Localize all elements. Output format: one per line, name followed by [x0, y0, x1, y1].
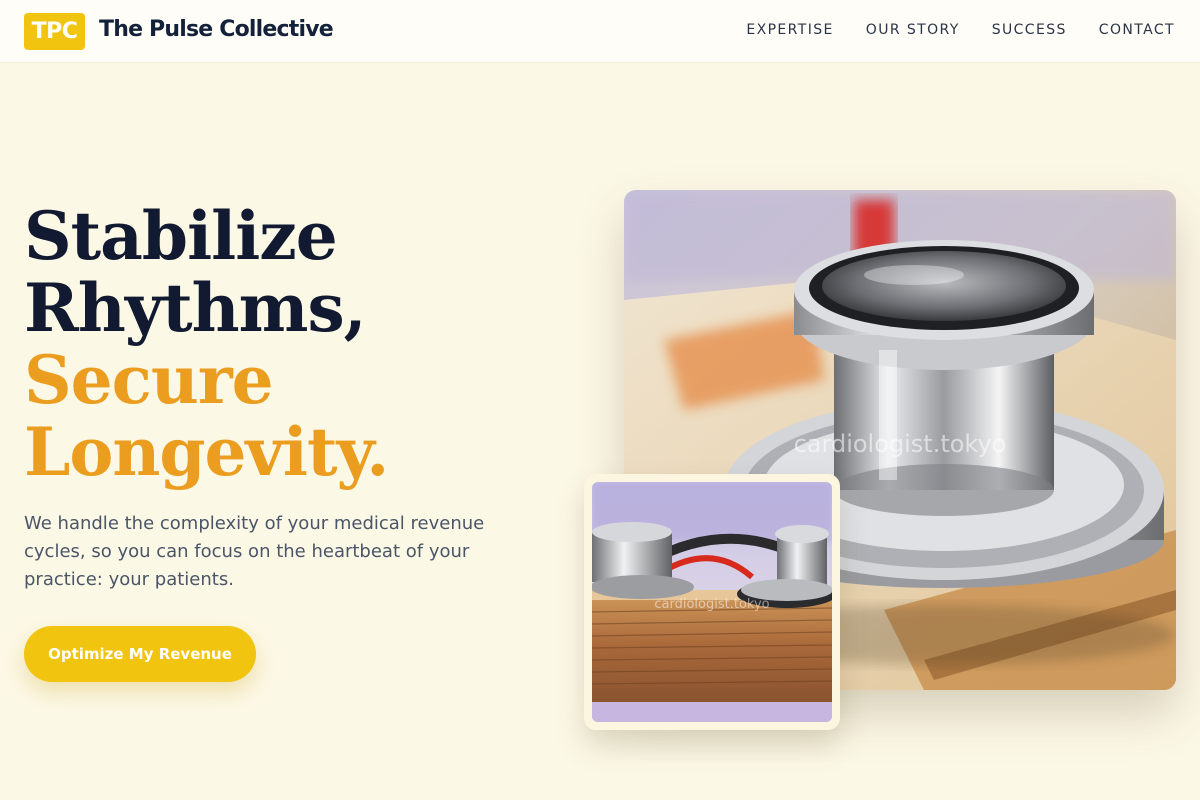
optimize-revenue-button[interactable]: Optimize My Revenue — [24, 626, 256, 682]
headline-line-3: Secure — [24, 341, 274, 419]
logo[interactable]: TPC — [24, 13, 85, 50]
headline-line-2: Rhythms, — [24, 269, 367, 347]
hero-subtext: We handle the complexity of your medical… — [24, 513, 485, 590]
nav-item-expertise[interactable]: EXPERTISE — [746, 22, 833, 38]
nav-item-our-story[interactable]: OUR STORY — [866, 22, 960, 38]
nav-item-success[interactable]: SUCCESS — [992, 22, 1067, 38]
site-header: TPC The Pulse Collective EXPERTISE OUR S… — [0, 0, 1200, 63]
main-photo-watermark: cardiologist.tokyo — [794, 430, 1007, 458]
brand-name[interactable]: The Pulse Collective — [99, 17, 334, 42]
main-nav: EXPERTISE OUR STORY SUCCESS CONTACT — [714, 22, 1175, 38]
headline-line-1: Stabilize — [24, 197, 338, 275]
nav-item-contact[interactable]: CONTACT — [1099, 22, 1175, 38]
inset-stethoscope-photo: cardiologist.tokyo — [592, 482, 832, 722]
inset-photo-art: cardiologist.tokyo — [592, 482, 832, 722]
hero-headline: Stabilize Rhythms, Secure Longevity. — [24, 200, 584, 488]
inset-photo-watermark: cardiologist.tokyo — [654, 597, 769, 612]
headline-line-4: Longevity. — [24, 413, 389, 491]
inset-photo-frame: cardiologist.tokyo — [584, 474, 840, 730]
